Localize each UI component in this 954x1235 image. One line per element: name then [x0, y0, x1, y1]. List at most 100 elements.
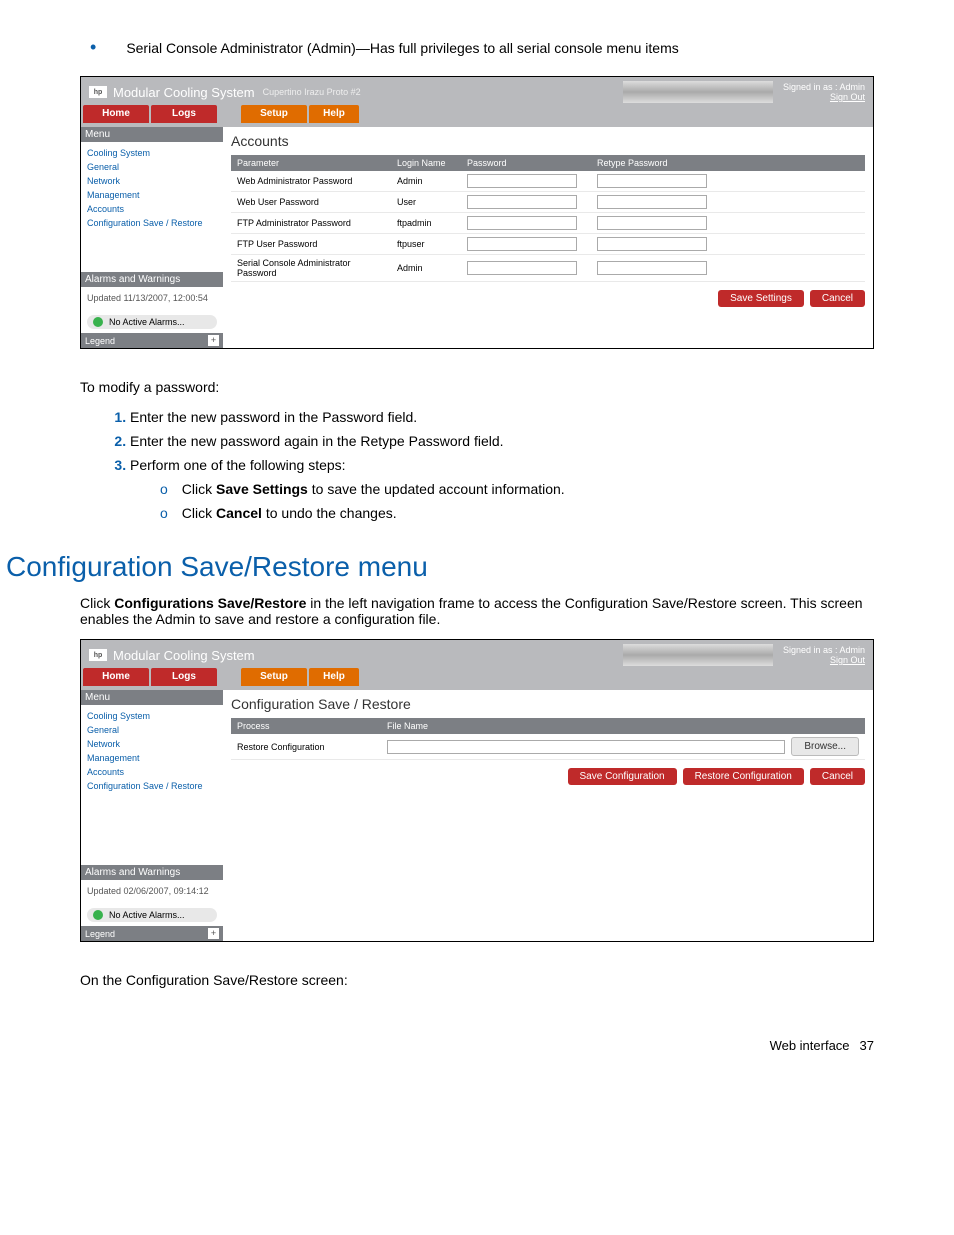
- cancel-button[interactable]: Cancel: [810, 290, 865, 307]
- sidebar-item-accounts[interactable]: Accounts: [87, 765, 217, 779]
- hollow-bullet-icon: o: [160, 505, 168, 521]
- alarms-updated: Updated 02/06/2007, 09:14:12: [87, 884, 217, 898]
- legend-row[interactable]: Legend +: [81, 333, 223, 348]
- main-title: Configuration Save / Restore: [231, 696, 865, 712]
- step-1: Enter the new password in the Password f…: [130, 405, 874, 429]
- retype-password-input[interactable]: [597, 195, 707, 209]
- step-2: Enter the new password again in the Rety…: [130, 429, 874, 453]
- table-row: Web User Password User: [231, 192, 865, 213]
- no-alarms-text: No Active Alarms...: [109, 910, 185, 920]
- sidebar-item-network[interactable]: Network: [87, 737, 217, 751]
- sidebar-item-cooling[interactable]: Cooling System: [87, 146, 217, 160]
- retype-password-input[interactable]: [597, 237, 707, 251]
- col-process: Process: [231, 718, 381, 734]
- save-settings-button[interactable]: Save Settings: [718, 290, 804, 307]
- legend-row[interactable]: Legend +: [81, 926, 223, 941]
- section-heading: Configuration Save/Restore menu: [6, 551, 874, 583]
- password-input[interactable]: [467, 237, 577, 251]
- footer-label: Web interface: [770, 1038, 850, 1053]
- signed-in-block: Signed in as : Admin Sign Out: [783, 645, 865, 665]
- browse-button[interactable]: Browse...: [791, 737, 859, 756]
- main-title: Accounts: [231, 133, 865, 149]
- password-input[interactable]: [467, 195, 577, 209]
- tab-help[interactable]: Help: [309, 105, 359, 123]
- sidebar-item-management[interactable]: Management: [87, 751, 217, 765]
- footer-page: 37: [860, 1038, 874, 1053]
- legend-label: Legend: [85, 336, 115, 346]
- sidebar-item-general[interactable]: General: [87, 723, 217, 737]
- password-input[interactable]: [467, 216, 577, 230]
- filename-input[interactable]: [387, 740, 785, 754]
- intro-text: Serial Console Administrator (Admin)—Has…: [126, 40, 678, 56]
- password-input[interactable]: [467, 174, 577, 188]
- hollow-bullet-icon: o: [160, 481, 168, 497]
- header-image: [623, 644, 773, 666]
- tab-help[interactable]: Help: [309, 668, 359, 686]
- tab-home[interactable]: Home: [83, 105, 149, 123]
- sidebar-item-network[interactable]: Network: [87, 174, 217, 188]
- bullet-dot: •: [90, 40, 96, 56]
- cancel-button[interactable]: Cancel: [810, 768, 865, 785]
- signed-in-label: Signed in as : Admin: [783, 645, 865, 655]
- table-row: Restore Configuration Browse...: [231, 734, 865, 760]
- app-subtitle: Cupertino Irazu Proto #2: [263, 87, 361, 97]
- sign-out-link[interactable]: Sign Out: [783, 655, 865, 665]
- signed-in-block: Signed in as : Admin Sign Out: [783, 82, 865, 102]
- sidebar-item-accounts[interactable]: Accounts: [87, 202, 217, 216]
- modify-intro: To modify a password:: [80, 379, 874, 395]
- tab-logs[interactable]: Logs: [151, 105, 217, 123]
- sidebar-item-management[interactable]: Management: [87, 188, 217, 202]
- step-3: Perform one of the following steps: o Cl…: [130, 453, 874, 529]
- accounts-screenshot: hp Modular Cooling System Cupertino Iraz…: [80, 76, 874, 349]
- tab-row: Home Logs Setup Help: [81, 105, 873, 127]
- alarm-status: No Active Alarms...: [87, 908, 217, 922]
- app-title: Modular Cooling System: [113, 648, 255, 663]
- signed-in-label: Signed in as : Admin: [783, 82, 865, 92]
- section-paragraph: Click Configurations Save/Restore in the…: [80, 595, 874, 627]
- cell-param: Web User Password: [231, 192, 391, 213]
- cell-param: FTP User Password: [231, 234, 391, 255]
- restore-configuration-button[interactable]: Restore Configuration: [683, 768, 804, 785]
- cell-param: FTP Administrator Password: [231, 213, 391, 234]
- menu-header: Menu: [81, 690, 223, 705]
- tab-home[interactable]: Home: [83, 668, 149, 686]
- cell-login: Admin: [391, 171, 461, 192]
- retype-password-input[interactable]: [597, 174, 707, 188]
- main-panel: Accounts Parameter Login Name Password R…: [223, 127, 873, 348]
- password-input[interactable]: [467, 261, 577, 275]
- sidebar: Menu Cooling System General Network Mana…: [81, 127, 223, 348]
- retype-password-input[interactable]: [597, 216, 707, 230]
- col-retype: Retype Password: [591, 155, 865, 171]
- hp-logo-icon: hp: [89, 649, 107, 661]
- steps-list: Enter the new password in the Password f…: [130, 405, 874, 529]
- table-row: Web Administrator Password Admin: [231, 171, 865, 192]
- col-filename: File Name: [381, 718, 865, 734]
- plus-icon[interactable]: +: [208, 335, 219, 346]
- alarm-status: No Active Alarms...: [87, 315, 217, 329]
- sidebar-item-general[interactable]: General: [87, 160, 217, 174]
- substep-2: o Click Cancel to undo the changes.: [160, 501, 874, 525]
- cell-login: ftpuser: [391, 234, 461, 255]
- plus-icon[interactable]: +: [208, 928, 219, 939]
- sign-out-link[interactable]: Sign Out: [783, 92, 865, 102]
- tab-logs[interactable]: Logs: [151, 668, 217, 686]
- table-row: FTP User Password ftpuser: [231, 234, 865, 255]
- tab-setup[interactable]: Setup: [241, 105, 307, 123]
- alarms-updated: Updated 11/13/2007, 12:00:54: [87, 291, 217, 305]
- sidebar-item-config[interactable]: Configuration Save / Restore: [87, 779, 217, 793]
- cell-login: User: [391, 192, 461, 213]
- save-configuration-button[interactable]: Save Configuration: [568, 768, 677, 785]
- sidebar-item-config[interactable]: Configuration Save / Restore: [87, 216, 217, 230]
- cell-param: Serial Console Administrator Password: [231, 255, 391, 282]
- no-alarms-text: No Active Alarms...: [109, 317, 185, 327]
- app-header: hp Modular Cooling System Cupertino Iraz…: [81, 77, 873, 105]
- col-parameter: Parameter: [231, 155, 391, 171]
- config-screenshot: hp Modular Cooling System Signed in as :…: [80, 639, 874, 942]
- tab-setup[interactable]: Setup: [241, 668, 307, 686]
- retype-password-input[interactable]: [597, 261, 707, 275]
- sidebar-item-cooling[interactable]: Cooling System: [87, 709, 217, 723]
- cell-login: ftpadmin: [391, 213, 461, 234]
- substep-1: o Click Save Settings to save the update…: [160, 477, 874, 501]
- hp-logo-icon: hp: [89, 86, 107, 98]
- legend-label: Legend: [85, 929, 115, 939]
